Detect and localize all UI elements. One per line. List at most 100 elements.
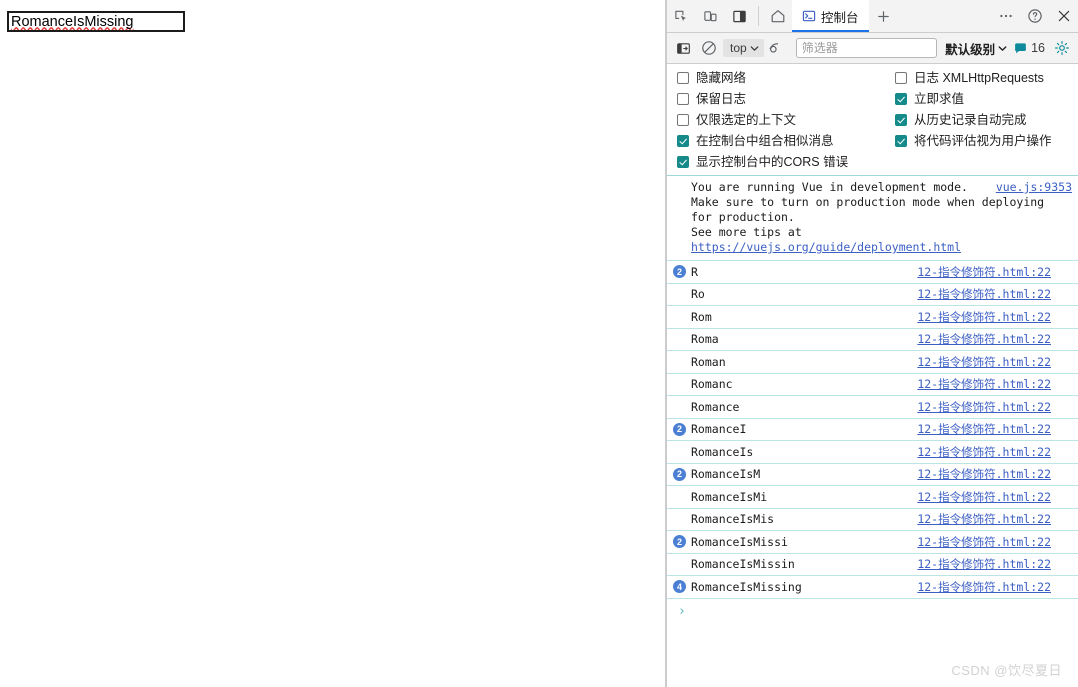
console-log-row[interactable]: 2 R 12-指令修饰符.html:22 (667, 261, 1078, 284)
tabstrip-spacer (898, 0, 991, 32)
log-message-text: R (691, 264, 698, 279)
console-log-row[interactable]: Romance 12-指令修饰符.html:22 (667, 396, 1078, 419)
checkbox-group-similar[interactable] (677, 135, 689, 147)
log-source-link[interactable]: 12-指令修饰符.html:22 (917, 579, 1051, 595)
setting-label: 日志 XMLHttpRequests (914, 71, 1044, 85)
log-repeat-badge: 2 (673, 535, 686, 549)
log-repeat-badge: 2 (673, 265, 686, 279)
console-log-row[interactable]: Roma 12-指令修饰符.html:22 (667, 329, 1078, 351)
log-source-link[interactable]: 12-指令修饰符.html:22 (917, 534, 1051, 550)
log-source-link[interactable]: 12-指令修饰符.html:22 (917, 376, 1051, 392)
log-source-link[interactable]: 12-指令修饰符.html:22 (917, 264, 1051, 280)
log-level-select[interactable]: 默认级别 (943, 39, 1009, 58)
live-expression-icon[interactable] (766, 37, 790, 59)
console-log-row[interactable]: RomanceIsMis 12-指令修饰符.html:22 (667, 509, 1078, 531)
log-source-link[interactable]: 12-指令修饰符.html:22 (917, 309, 1051, 325)
close-icon[interactable] (1049, 0, 1078, 32)
log-message-text: RomanceIsMis (691, 512, 775, 527)
console-sidebar-icon[interactable] (671, 37, 695, 59)
settings-gear-icon[interactable] (1050, 37, 1074, 59)
vue-source-link[interactable]: vue.js:9353 (996, 180, 1072, 195)
log-repeat-badge: 2 (673, 467, 686, 481)
setting-eager-evaluation[interactable]: 立即求值 (895, 92, 1078, 106)
checkbox-preserve-log[interactable] (677, 93, 689, 105)
setting-label: 在控制台中组合相似消息 (696, 134, 834, 148)
dock-panel-icon[interactable] (725, 0, 754, 32)
log-source-link[interactable]: 12-指令修饰符.html:22 (917, 489, 1051, 505)
log-level-label: 默认级别 (945, 42, 996, 57)
console-log-row[interactable]: RomanceIs 12-指令修饰符.html:22 (667, 441, 1078, 464)
log-message-text: Romance (691, 399, 740, 414)
vue-warning-line-2: Make sure to turn on production mode whe… (691, 195, 1045, 209)
setting-selected-context-only[interactable]: 仅限选定的上下文 (677, 113, 889, 127)
help-icon[interactable] (1020, 0, 1049, 32)
console-log-row[interactable]: Romanc 12-指令修饰符.html:22 (667, 374, 1078, 396)
message-bubble-icon (1014, 42, 1027, 55)
device-toolbar-icon[interactable] (696, 0, 725, 32)
checkbox-log-xhr[interactable] (895, 72, 907, 84)
log-source-link[interactable]: 12-指令修饰符.html:22 (917, 354, 1051, 370)
log-message-text: RomanceIsMissi (691, 534, 788, 549)
console-log-row[interactable]: 4 RomanceIsMissing 12-指令修饰符.html:22 (667, 576, 1078, 599)
setting-group-similar[interactable]: 在控制台中组合相似消息 (677, 134, 889, 148)
console-log-row[interactable]: 2 RomanceIsM 12-指令修饰符.html:22 (667, 464, 1078, 486)
console-message-list: vue.js:9353 You are running Vue in devel… (667, 176, 1078, 625)
settings-column-right: 日志 XMLHttpRequests 立即求值 从历史记录自动完成 将代码评估视… (889, 71, 1078, 169)
setting-hide-network[interactable]: 隐藏网络 (677, 71, 889, 85)
log-source-link[interactable]: 12-指令修饰符.html:22 (917, 421, 1051, 437)
log-message-text: RomanceI (691, 422, 747, 437)
log-source-link[interactable]: 12-指令修饰符.html:22 (917, 286, 1051, 302)
inspect-element-icon[interactable] (667, 0, 696, 32)
log-source-link[interactable]: 12-指令修饰符.html:22 (917, 511, 1051, 527)
tab-console[interactable]: 控制台 (792, 0, 869, 32)
setting-show-cors-errors[interactable]: 显示控制台中的CORS 错误 (677, 155, 889, 169)
clear-console-icon[interactable] (697, 37, 721, 59)
console-terminal-icon (802, 9, 816, 23)
message-count-indicator[interactable]: 16 (1011, 41, 1048, 55)
setting-treat-eval-as-user-action[interactable]: 将代码评估视为用户操作 (895, 134, 1078, 148)
log-source-link[interactable]: 12-指令修饰符.html:22 (917, 466, 1051, 482)
chevron-down-icon (750, 44, 759, 53)
console-toolbar: top 默认级别 16 (667, 33, 1078, 64)
checkbox-selected-context-only[interactable] (677, 114, 689, 126)
checkbox-hide-network[interactable] (677, 72, 689, 84)
more-options-button[interactable] (991, 0, 1020, 32)
setting-label: 保留日志 (696, 92, 747, 106)
setting-log-xhr[interactable]: 日志 XMLHttpRequests (895, 71, 1078, 85)
log-message-text: Roma (691, 332, 719, 347)
console-log-row[interactable]: Roman 12-指令修饰符.html:22 (667, 351, 1078, 374)
log-message-text: Roman (691, 354, 726, 369)
csdn-watermark: CSDN @饮尽夏日 (951, 663, 1062, 678)
console-message-vue-warning[interactable]: vue.js:9353 You are running Vue in devel… (667, 176, 1078, 261)
console-log-row[interactable]: Rom 12-指令修饰符.html:22 (667, 306, 1078, 329)
log-source-link[interactable]: 12-指令修饰符.html:22 (917, 556, 1051, 572)
home-icon[interactable] (763, 0, 792, 32)
setting-label: 隐藏网络 (696, 71, 747, 85)
checkbox-eager-evaluation[interactable] (895, 93, 907, 105)
add-tab-button[interactable] (869, 0, 898, 32)
console-log-row[interactable]: RomanceIsMi 12-指令修饰符.html:22 (667, 486, 1078, 509)
log-source-link[interactable]: 12-指令修饰符.html:22 (917, 331, 1051, 347)
romance-text-input[interactable] (7, 11, 185, 32)
console-log-rows: 2 R 12-指令修饰符.html:22 Ro 12-指令修饰符.html:22 Rom 1… (667, 261, 1078, 599)
filter-input[interactable] (795, 38, 938, 58)
checkbox-autocomplete-from-history[interactable] (895, 114, 907, 126)
log-source-link[interactable]: 12-指令修饰符.html:22 (917, 399, 1051, 415)
console-log-row[interactable]: 2 RomanceIsMissi 12-指令修饰符.html:22 (667, 531, 1078, 554)
setting-preserve-log[interactable]: 保留日志 (677, 92, 889, 106)
execution-context-select[interactable]: top (723, 39, 764, 57)
settings-column-left: 隐藏网络 保留日志 仅限选定的上下文 在控制台中组合相似消息 显示控制台中的CO… (667, 71, 889, 169)
console-log-row[interactable]: RomanceIsMissin 12-指令修饰符.html:22 (667, 554, 1078, 576)
checkbox-show-cors-errors[interactable] (677, 156, 689, 168)
console-log-row[interactable]: 2 RomanceI 12-指令修饰符.html:22 (667, 419, 1078, 441)
console-log-row[interactable]: Ro 12-指令修饰符.html:22 (667, 284, 1078, 306)
chevron-down-icon (998, 44, 1007, 53)
log-source-link[interactable]: 12-指令修饰符.html:22 (917, 444, 1051, 460)
setting-label: 显示控制台中的CORS 错误 (696, 155, 849, 169)
setting-autocomplete-from-history[interactable]: 从历史记录自动完成 (895, 113, 1078, 127)
setting-label: 立即求值 (914, 92, 965, 106)
console-prompt[interactable]: › (667, 599, 1078, 625)
execution-context-value: top (730, 41, 747, 55)
checkbox-treat-eval-as-user-action[interactable] (895, 135, 907, 147)
vue-deployment-link[interactable]: https://vuejs.org/guide/deployment.html (691, 240, 961, 254)
